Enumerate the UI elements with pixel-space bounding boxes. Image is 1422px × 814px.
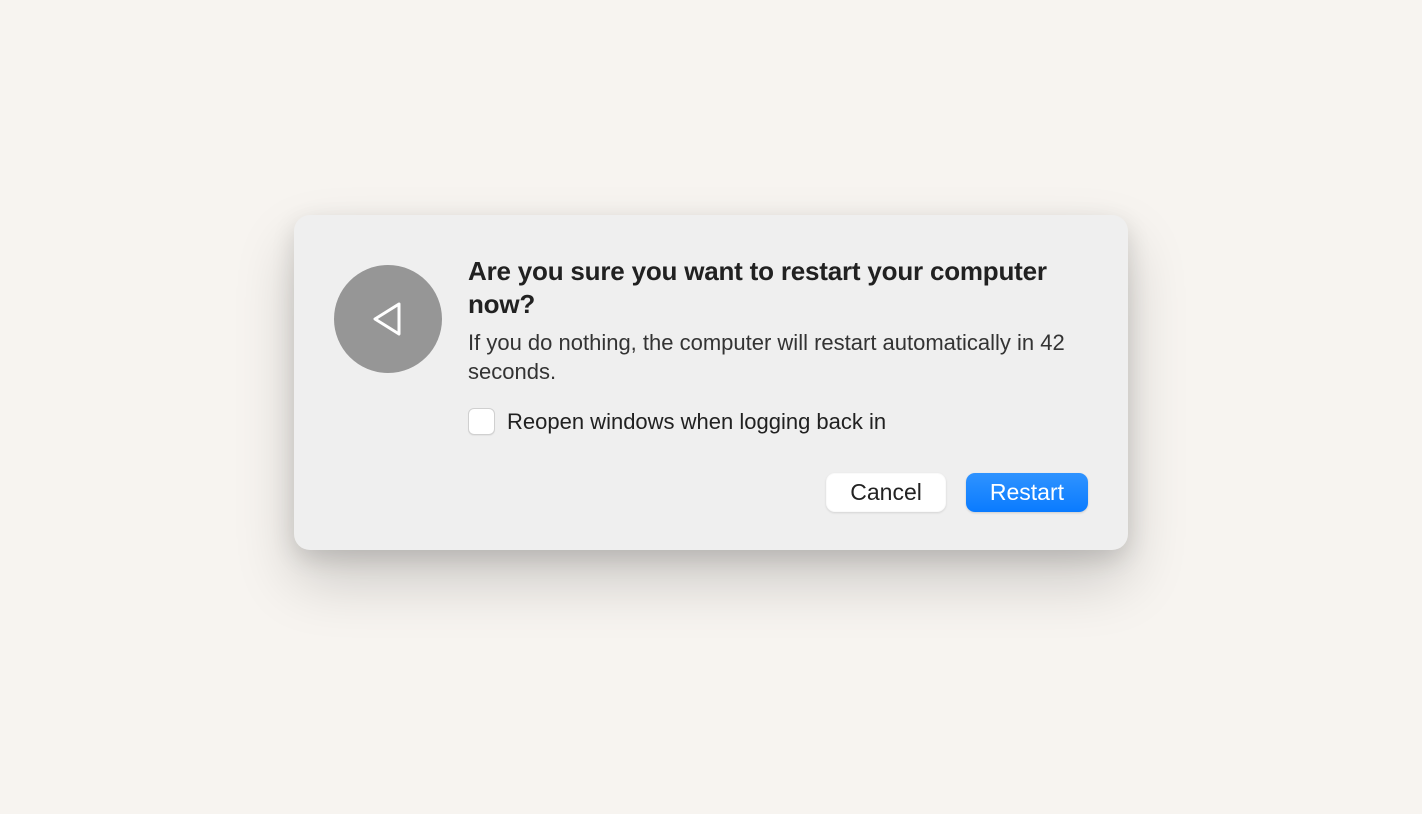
dialog-icon-wrapper	[334, 255, 442, 373]
dialog-title: Are you sure you want to restart your co…	[468, 255, 1088, 321]
dialog-button-row: Cancel Restart	[334, 473, 1088, 512]
reopen-windows-label[interactable]: Reopen windows when logging back in	[507, 409, 886, 435]
restart-triangle-icon	[363, 294, 413, 344]
cancel-button[interactable]: Cancel	[826, 473, 946, 512]
dialog-body-text: If you do nothing, the computer will res…	[468, 329, 1088, 386]
restart-button[interactable]: Restart	[966, 473, 1088, 512]
restart-confirmation-dialog: Are you sure you want to restart your co…	[294, 215, 1128, 550]
restart-icon	[334, 265, 442, 373]
dialog-content-row: Are you sure you want to restart your co…	[334, 255, 1088, 435]
reopen-windows-checkbox[interactable]	[468, 408, 495, 435]
reopen-windows-row[interactable]: Reopen windows when logging back in	[468, 408, 1088, 435]
dialog-text-column: Are you sure you want to restart your co…	[468, 255, 1088, 435]
